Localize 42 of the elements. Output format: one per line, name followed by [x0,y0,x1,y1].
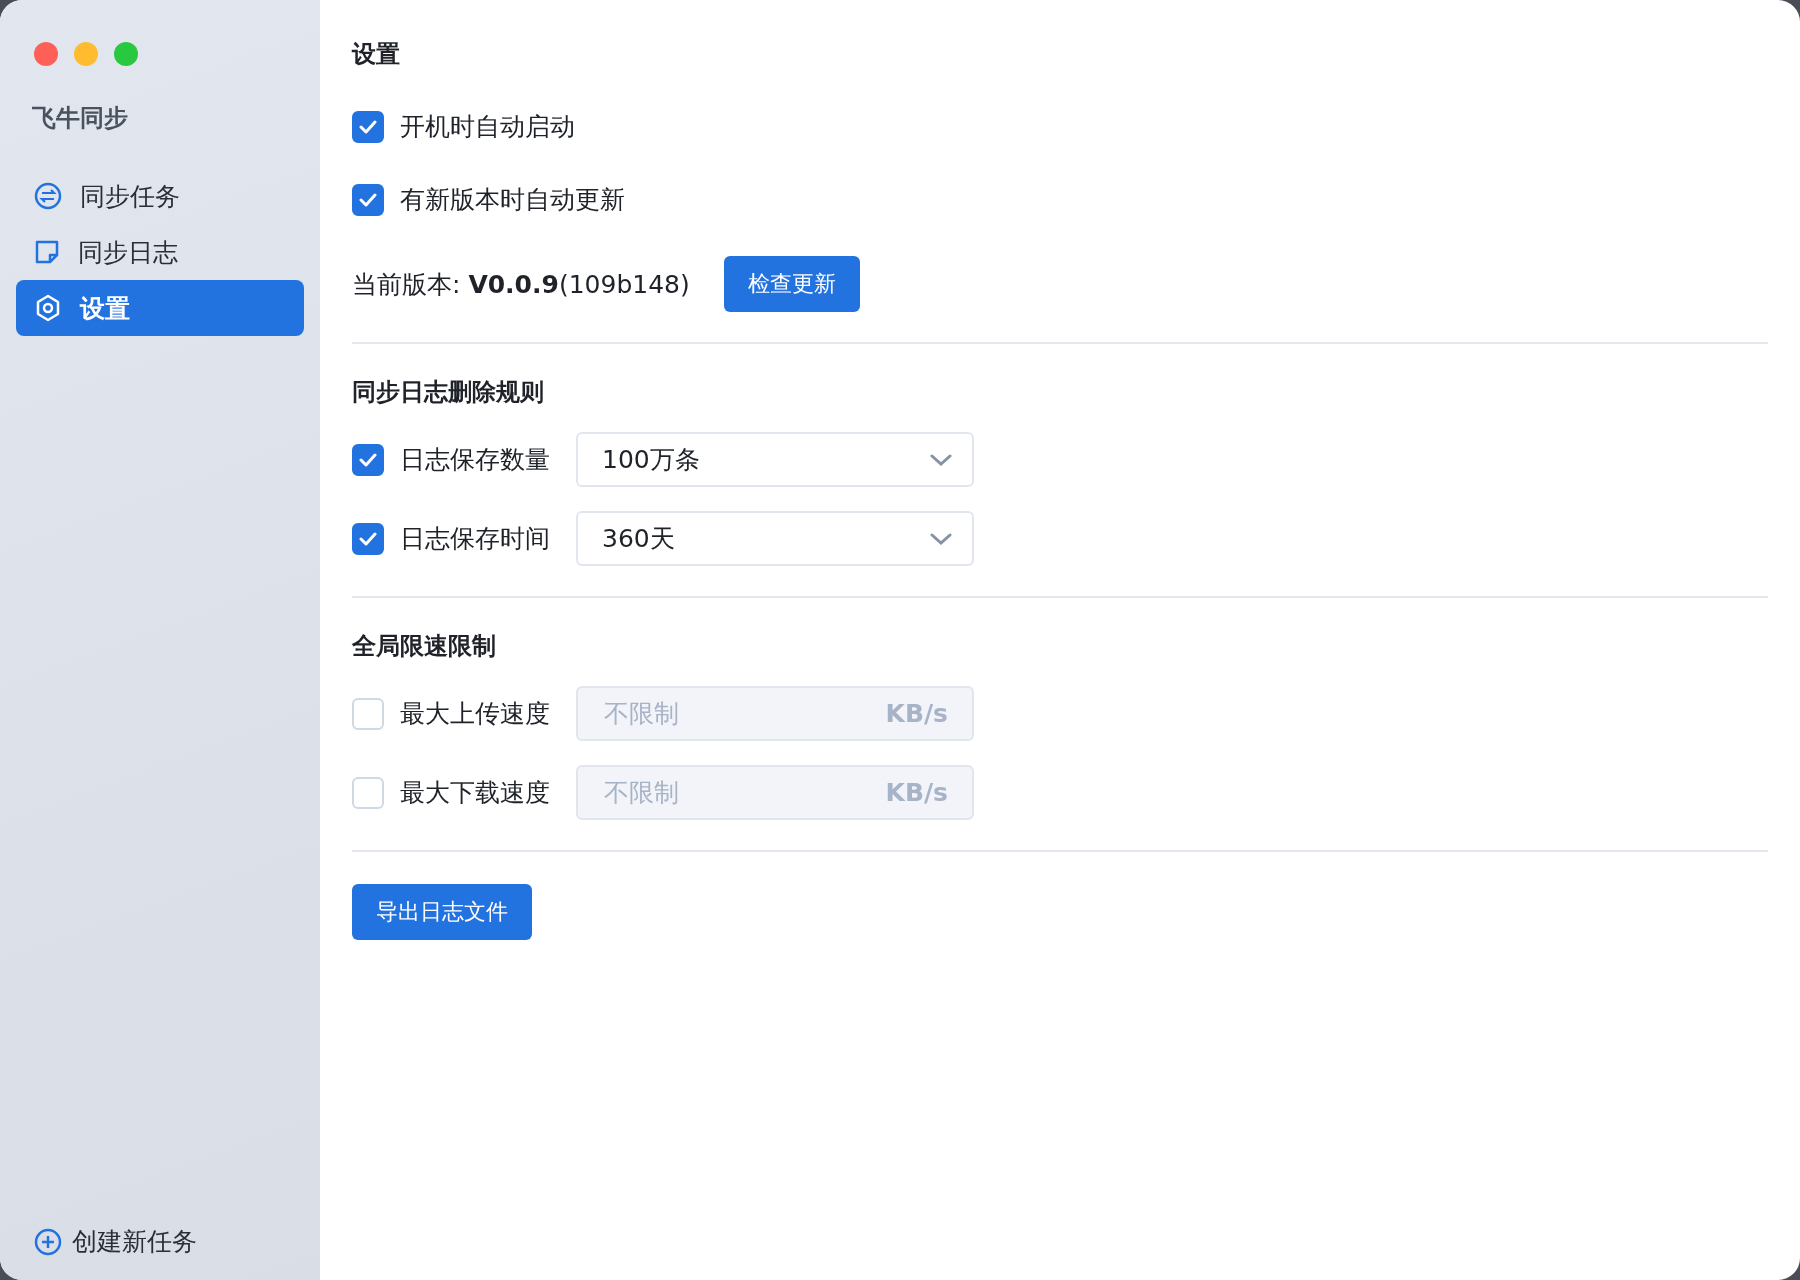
section-title: 全局限速限制 [352,631,497,662]
sidebar-item[interactable]: 设置 [16,280,304,336]
chevron-down-icon [930,532,952,545]
unit-label: KB/s [885,778,948,807]
settings-icon [34,294,62,322]
close-button[interactable] [34,42,58,66]
sidebar-item-label: 同步任务 [80,180,180,213]
note-icon [34,239,60,265]
section-title: 同步日志删除规则 [352,377,545,408]
unit-label: KB/s [885,699,948,728]
checkbox[interactable] [352,522,384,555]
checkmark-icon [359,452,377,467]
option-label: 最大上传速度 [400,698,551,730]
section-title: 设置 [352,39,401,70]
export-log-button[interactable]: 导出日志文件 [352,884,532,940]
version-text: 当前版本: V0.0.9(109b148) [352,268,690,301]
app-name: 飞牛同步 [32,103,129,134]
create-task-label: 创建新任务 [72,1226,197,1258]
create-task-button[interactable]: 创建新任务 [16,1225,304,1258]
dropdown[interactable]: 100万条 [576,432,974,487]
sync-arrows-icon [34,182,62,210]
checkbox[interactable] [352,110,384,143]
maximize-button[interactable] [114,42,138,66]
sidebar-item-label: 设置 [80,292,130,325]
checkmark-icon [359,192,377,207]
chevron-down-icon [930,453,952,466]
checkbox[interactable] [352,183,384,216]
option-label: 日志保存数量 [400,444,551,476]
check-update-button[interactable]: 检查更新 [723,256,860,312]
sidebar-item[interactable]: 同步任务 [16,168,304,224]
dropdown[interactable]: 360天 [576,511,974,566]
sidebar-item-label: 同步日志 [78,236,178,269]
plus-circle-icon [34,1227,62,1256]
option-label: 有新版本时自动更新 [400,184,625,216]
sidebar-item[interactable]: 同步日志 [16,224,304,280]
option-label: 最大下载速度 [400,777,551,809]
checkmark-icon [359,531,377,546]
minimize-button[interactable] [74,42,98,66]
option-label: 日志保存时间 [400,523,551,555]
option-label: 开机时自动启动 [400,111,575,143]
checkbox[interactable] [352,443,384,476]
checkmark-icon [359,119,377,134]
